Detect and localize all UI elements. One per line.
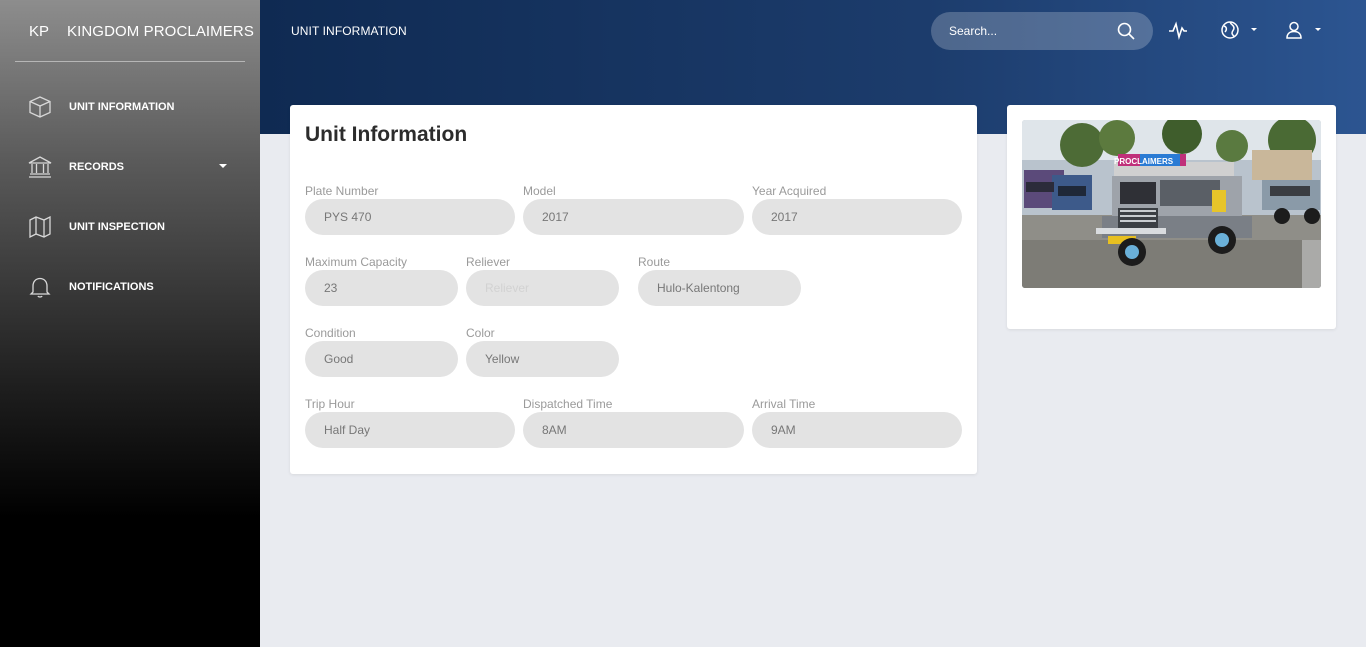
sidebar-item-records[interactable]: RECORDS [0, 136, 260, 196]
field-label: Route [638, 255, 671, 269]
card-title: Unit Information [305, 123, 468, 146]
user-icon[interactable] [1284, 20, 1304, 40]
field-label: Dispatched Time [523, 397, 613, 411]
sidebar-item-unit-information[interactable]: UNIT INFORMATION [0, 76, 260, 136]
brand-mini-logo[interactable]: KP [29, 23, 49, 40]
unit-information-card: Unit Information Plate Number Model Year… [290, 105, 977, 474]
page-title: UNIT INFORMATION [291, 24, 407, 38]
plate-number-input[interactable] [305, 199, 515, 235]
pulse-icon[interactable] [1168, 20, 1188, 40]
route-input[interactable] [638, 270, 801, 306]
sidebar-item-notifications[interactable]: NOTIFICATIONS [0, 256, 260, 316]
field-label: Color [466, 326, 495, 340]
sidebar-item-label: UNIT INFORMATION [69, 101, 175, 113]
condition-input[interactable] [305, 341, 458, 377]
field-label: Condition [305, 326, 356, 340]
field-label: Year Acquired [752, 184, 827, 198]
globe-icon[interactable] [1220, 20, 1240, 40]
chevron-down-icon[interactable] [219, 164, 227, 168]
photo-banner-text: PROCLAIMERS [1114, 157, 1174, 166]
unit-photo-card: PROCLAIMERS [1007, 105, 1336, 329]
dispatched-time-input[interactable] [523, 412, 744, 448]
arrival-time-input[interactable] [752, 412, 962, 448]
brand-name[interactable]: KINGDOM PROCLAIMERS [67, 23, 254, 40]
brand[interactable]: KP KINGDOM PROCLAIMERS [0, 0, 260, 62]
brand-divider [15, 61, 245, 62]
field-label: Arrival Time [752, 397, 816, 411]
sidebar-item-unit-inspection[interactable]: UNIT INSPECTION [0, 196, 260, 256]
sidebar-item-label: NOTIFICATIONS [69, 281, 154, 293]
field-label: Plate Number [305, 184, 379, 198]
chevron-down-icon[interactable] [1315, 28, 1321, 31]
year-acquired-input[interactable] [752, 199, 962, 235]
map-icon [28, 215, 52, 239]
field-label: Maximum Capacity [305, 255, 408, 269]
bell-icon [28, 276, 52, 298]
sidebar-item-label: UNIT INSPECTION [69, 221, 165, 233]
search-icon[interactable] [1117, 22, 1135, 40]
field-label: Trip Hour [305, 397, 355, 411]
field-label: Reliever [466, 255, 511, 269]
model-input[interactable] [523, 199, 744, 235]
bank-icon [28, 156, 52, 178]
color-input[interactable] [466, 341, 619, 377]
sidebar: KP KINGDOM PROCLAIMERS UNIT INFORMATION [0, 0, 260, 647]
sidebar-item-label: RECORDS [69, 161, 125, 173]
unit-photo: PROCLAIMERS [1022, 120, 1321, 288]
maximum-capacity-input[interactable] [305, 270, 458, 306]
field-label: Model [523, 184, 556, 198]
chevron-down-icon[interactable] [1251, 28, 1257, 31]
sidebar-nav: UNIT INFORMATION RECORDS UNIT INSPECTION [0, 76, 260, 316]
search-input[interactable] [931, 12, 1111, 50]
box-icon [28, 96, 52, 118]
reliever-input[interactable] [466, 270, 619, 306]
search-box[interactable] [931, 12, 1153, 50]
trip-hour-input[interactable] [305, 412, 515, 448]
